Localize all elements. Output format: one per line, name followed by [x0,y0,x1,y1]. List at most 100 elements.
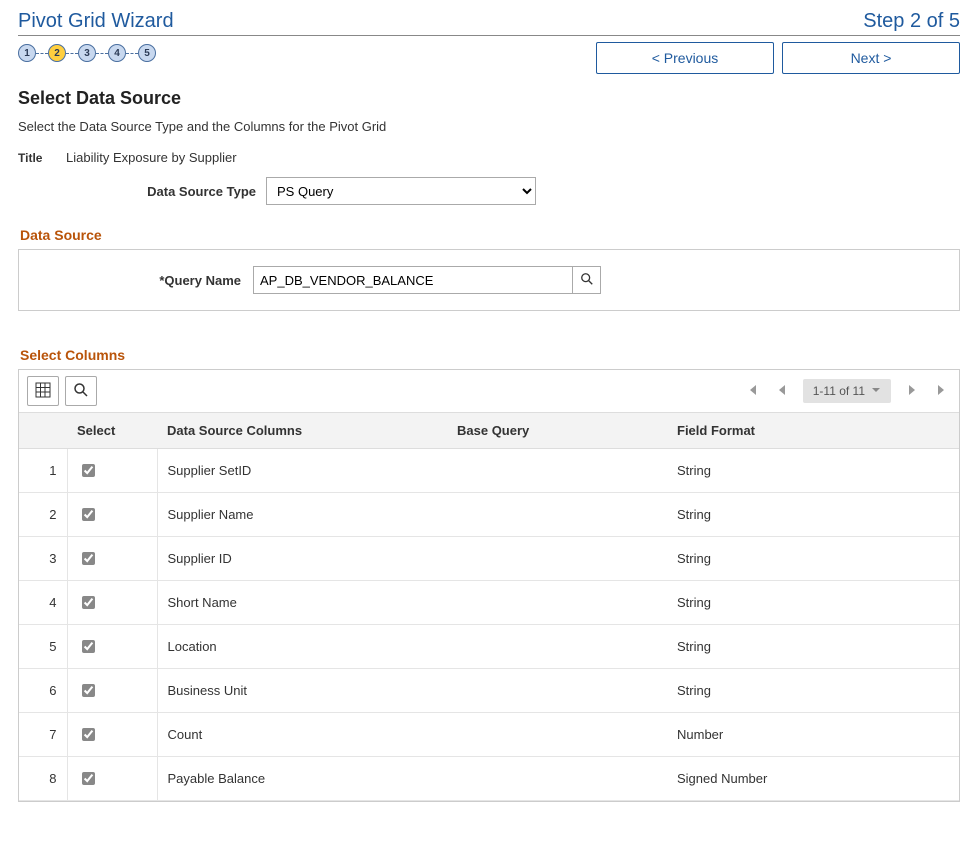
grid-icon [35,382,51,401]
row-number: 8 [19,757,67,801]
row-data-source-column: Supplier ID [157,537,447,581]
row-select-checkbox[interactable] [82,596,95,609]
row-base-query [447,581,667,625]
title-label: Title [18,151,66,165]
page-heading: Select Data Source [18,88,960,109]
row-field-format: String [667,537,959,581]
row-base-query [447,757,667,801]
row-field-format: String [667,625,959,669]
row-select-cell [67,757,157,801]
query-name-input[interactable] [253,266,573,294]
select-columns-box: 1-11 of 11 Select Data Source Columns Ba… [18,369,960,802]
step-circle-3[interactable]: 3 [78,44,96,62]
row-select-cell [67,625,157,669]
table-row: 4Short NameString [19,581,959,625]
table-row: 1 Supplier SetID String [19,449,959,493]
grid-last-page-button[interactable] [933,382,951,400]
step-train: 12345 [18,42,156,62]
first-page-icon [746,384,758,399]
col-header-select[interactable]: Select [67,413,157,449]
step-connector [96,53,108,54]
next-page-icon [906,384,918,399]
row-select-checkbox[interactable] [82,640,95,653]
last-page-icon [936,384,948,399]
row-data-source-column: Location [157,625,447,669]
next-button[interactable]: Next > [782,42,960,74]
query-name-lookup-button[interactable] [573,266,601,294]
grid-row-count[interactable]: 1-11 of 11 [803,379,891,403]
row-select-cell [67,449,157,493]
grid-settings-button[interactable] [27,376,59,406]
row-select-cell [67,669,157,713]
row-number: 1 [19,449,67,493]
table-row: 8 Payable Balance Signed Number [19,757,959,801]
row-select-checkbox[interactable] [82,684,95,697]
row-select-cell [67,581,157,625]
row-select-checkbox[interactable] [82,508,95,521]
row-select-checkbox[interactable] [82,728,95,741]
row-select-checkbox[interactable] [82,464,95,477]
row-data-source-column: Payable Balance [157,757,447,801]
table-row: 7 Count Number [19,713,959,757]
row-data-source-column: Business Unit [157,669,447,713]
step-connector [36,53,48,54]
row-select-cell [67,537,157,581]
previous-button[interactable]: < Previous [596,42,774,74]
data-source-box: *Query Name [18,249,960,311]
row-number: 3 [19,537,67,581]
row-field-format: Number [667,713,959,757]
row-base-query [447,713,667,757]
step-indicator: Step 2 of 5 [863,10,960,33]
wizard-title: Pivot Grid Wizard [18,10,174,33]
title-value: Liability Exposure by Supplier [66,150,237,165]
row-field-format: String [667,669,959,713]
row-number: 5 [19,625,67,669]
step-connector [66,53,78,54]
col-header-rownum [19,413,67,449]
grid-find-button[interactable] [65,376,97,406]
col-header-base-query[interactable]: Base Query [447,413,667,449]
row-select-checkbox[interactable] [82,552,95,565]
col-header-field-format[interactable]: Field Format [667,413,959,449]
row-data-source-column: Supplier SetID [157,449,447,493]
row-base-query [447,625,667,669]
row-data-source-column: Supplier Name [157,493,447,537]
row-field-format: String [667,449,959,493]
row-data-source-column: Short Name [157,581,447,625]
step-circle-1[interactable]: 1 [18,44,36,62]
table-row: 5 Location String [19,625,959,669]
data-source-type-select[interactable]: PS Query [266,177,536,205]
data-source-type-label: Data Source Type [18,184,266,199]
data-source-section-head: Data Source [20,227,960,243]
col-header-data-source-columns[interactable]: Data Source Columns [157,413,447,449]
page-instruction: Select the Data Source Type and the Colu… [18,119,960,134]
row-data-source-column: Count [157,713,447,757]
step-connector [126,53,138,54]
search-icon [73,382,89,401]
step-circle-2[interactable]: 2 [48,44,66,62]
table-row: 2Supplier NameString [19,493,959,537]
row-base-query [447,493,667,537]
step-circle-4[interactable]: 4 [108,44,126,62]
row-base-query [447,449,667,493]
table-row: 3 Supplier ID String [19,537,959,581]
search-icon [580,272,594,289]
row-select-cell [67,493,157,537]
row-number: 6 [19,669,67,713]
columns-table: Select Data Source Columns Base Query Fi… [19,412,959,801]
grid-prev-page-button[interactable] [773,382,791,400]
grid-next-page-button[interactable] [903,382,921,400]
row-field-format: Signed Number [667,757,959,801]
step-circle-5[interactable]: 5 [138,44,156,62]
row-select-checkbox[interactable] [82,772,95,785]
row-base-query [447,537,667,581]
grid-first-page-button[interactable] [743,382,761,400]
row-select-cell [67,713,157,757]
row-number: 2 [19,493,67,537]
row-base-query [447,669,667,713]
prev-page-icon [776,384,788,399]
row-number: 7 [19,713,67,757]
row-field-format: String [667,581,959,625]
chevron-down-icon [871,384,881,398]
table-row: 6 Business Unit String [19,669,959,713]
